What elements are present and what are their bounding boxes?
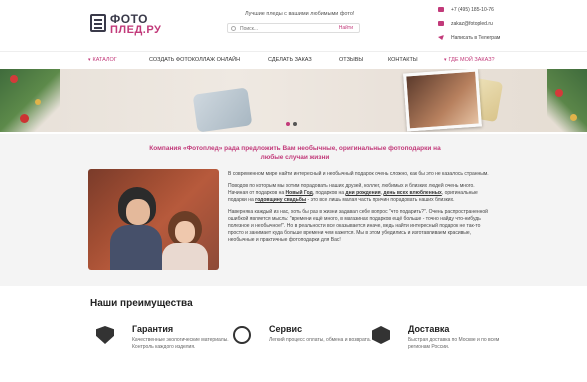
advantage-text: Легкий процесс оплаты, обмена и возврата… (269, 337, 372, 343)
advantage-service: Сервис Легкий процесс оплаты, обмена и в… (233, 322, 383, 362)
nav-item-contacts[interactable]: КОНТАКТЫ (388, 57, 418, 63)
link-anniversary[interactable]: годовщину свадьбы (255, 197, 306, 203)
nav-item-label: ОТЗЫВЫ (339, 57, 364, 63)
search-icon (231, 26, 236, 31)
intro-photo-image (88, 169, 219, 270)
couple-photo-image (403, 69, 482, 132)
ornament-icon (35, 99, 41, 105)
person-face (175, 221, 195, 243)
ornament-icon (570, 114, 577, 121)
site-logo[interactable]: ФОТО ПЛЕД.РУ (90, 10, 170, 40)
advantage-title: Сервис (269, 324, 303, 334)
fir-branch-right (547, 69, 587, 132)
nav-item-order[interactable]: СДЕЛАТЬ ЗАКАЗ (268, 57, 312, 63)
nav-item-catalog[interactable]: ▾ КАТАЛОГ (88, 57, 117, 63)
chevron-down-icon: ▾ (444, 57, 447, 63)
main-nav: ▾ КАТАЛОГ СОЗДАТЬ ФОТОКОЛЛАЖ ОНЛАЙН СДЕЛА… (0, 51, 587, 69)
text-fragment: - это все лишь малая часть причин порадо… (306, 197, 455, 203)
slider-dot[interactable] (293, 122, 297, 126)
search-button[interactable]: Найти (339, 25, 353, 31)
photo-pillow-image (192, 87, 253, 132)
logo-icon (90, 14, 106, 32)
nav-item-where-order[interactable]: ▾ ГДЕ МОЙ ЗАКАЗ? (444, 57, 495, 63)
phone-icon (438, 7, 444, 12)
advantages-title: Наши преимущества (90, 298, 193, 309)
advantage-guarantee: Гарантия Качественные экологические мате… (96, 322, 246, 362)
intro-title: Компания «Фотоплед» рада предложить Вам … (149, 145, 441, 161)
nav-item-label: СОЗДАТЬ ФОТОКОЛЛАЖ ОНЛАЙН (149, 57, 241, 63)
mail-icon (438, 21, 444, 26)
nav-item-label: КОНТАКТЫ (388, 57, 418, 63)
nav-item-collage[interactable]: СОЗДАТЬ ФОТОКОЛЛАЖ ОНЛАЙН (149, 57, 240, 63)
ornament-icon (555, 89, 563, 97)
intro-section: Компания «Фотоплед» рада предложить Вам … (0, 134, 587, 286)
nav-item-label: ГДЕ МОЙ ЗАКАЗ? (448, 57, 495, 63)
chevron-down-icon: ▾ (88, 57, 91, 63)
fir-branch-left (0, 69, 60, 132)
link-birthday[interactable]: дни рождения (345, 190, 380, 196)
telegram-icon (438, 35, 444, 40)
advantage-delivery: Доставка Быстрая доставка по Москве и по… (372, 322, 522, 362)
advantage-title: Гарантия (132, 324, 174, 334)
person-face (126, 199, 150, 225)
link-new-year[interactable]: Новый Год (286, 190, 313, 196)
email-address: zakaz@fotopled.ru (451, 21, 493, 27)
person-body (162, 243, 208, 270)
search-input[interactable] (240, 25, 325, 32)
link-valentines[interactable]: день всех влюбленных (383, 190, 441, 196)
intro-paragraph: Наверняка каждый из нас, хоть бы раз в ж… (228, 209, 488, 243)
slider-dot-active[interactable] (286, 122, 290, 126)
intro-text: В современном мире найти интересный и не… (228, 171, 492, 249)
nav-item-label: СДЕЛАТЬ ЗАКАЗ (268, 57, 312, 63)
intro-paragraph: Поводов по которым мы хотим порадовать н… (228, 183, 492, 204)
operator-icon (233, 326, 251, 344)
shield-check-icon (96, 326, 114, 344)
person-body (110, 225, 162, 270)
nav-item-reviews[interactable]: ОТЗЫВЫ (339, 57, 363, 63)
advantage-title: Доставка (408, 324, 450, 334)
site-header: ФОТО ПЛЕД.РУ Лучшие пледы с вашими любим… (0, 0, 587, 50)
text-fragment: , подарков на (312, 190, 346, 196)
ornament-icon (10, 75, 18, 83)
box-icon (372, 326, 390, 344)
advantage-text: Качественные экологические материалы. Ко… (132, 337, 229, 350)
nav-item-label: КАТАЛОГ (92, 57, 117, 63)
tagline: Лучшие пледы с вашими любимыми фото! (245, 11, 355, 17)
logo-text-bottom: ПЛЕД.РУ (110, 24, 162, 36)
telegram-link: Написать в Телеграм (451, 35, 501, 41)
intro-paragraph: В современном мире найти интересный и не… (228, 171, 489, 177)
search-bar: Найти (227, 23, 360, 33)
advantage-text: Быстрая доставка по Москве и по всем рег… (408, 337, 500, 350)
ornament-icon (20, 114, 29, 123)
phone-number: +7 (495) 185-10-76 (451, 7, 494, 13)
